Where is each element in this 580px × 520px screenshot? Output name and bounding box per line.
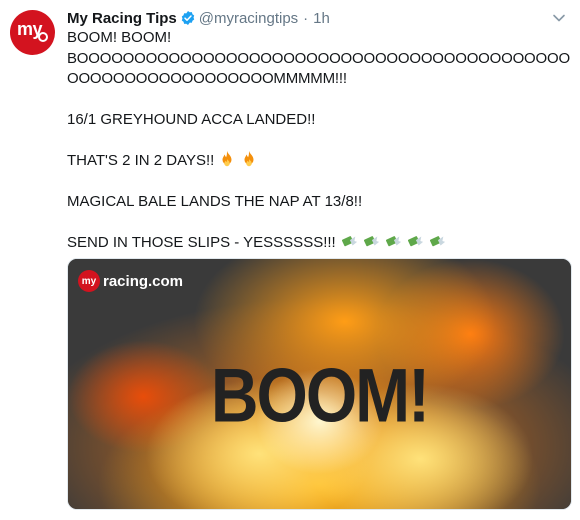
money-with-wings-emoji-icon xyxy=(341,236,357,247)
timestamp[interactable]: 1h xyxy=(313,10,330,27)
logo-badge: my xyxy=(78,270,100,292)
fire-emoji-icon xyxy=(222,150,232,167)
tweet-line-text: THAT'S 2 IN 2 DAYS!! xyxy=(67,152,215,169)
tweet-line-fire: THAT'S 2 IN 2 DAYS!! xyxy=(67,150,572,172)
tweet-line: BOOOOOOOOOOOOOOOOOOOOOOOOOOOOOOOOOOOOOOO… xyxy=(67,49,570,88)
display-name[interactable]: My Racing Tips xyxy=(67,10,177,27)
tweet-line: 16/1 GREYHOUND ACCA LANDED!! xyxy=(67,110,316,128)
money-with-wings-emoji-icon xyxy=(363,236,379,247)
separator: · xyxy=(303,9,309,27)
tweet-line-text: SEND IN THOSE SLIPS - YESSSSSS!!! xyxy=(67,234,336,251)
avatar-dot-icon xyxy=(38,32,48,42)
tweet-header: My Racing Tips @myracingtips · 1h xyxy=(67,8,330,28)
verified-badge-icon xyxy=(181,11,194,25)
fire-emoji-icon xyxy=(244,150,254,167)
tweet[interactable]: my My Racing Tips @myracingtips · 1h BOO… xyxy=(0,0,580,520)
tweet-line: MAGICAL BALE LANDS THE NAP AT 13/8!! xyxy=(67,192,363,210)
avatar[interactable]: my xyxy=(10,10,55,55)
money-with-wings-emoji-icon xyxy=(407,236,423,247)
media-headline: BOOM! xyxy=(210,352,430,438)
money-with-wings-emoji-icon xyxy=(385,236,401,247)
tweet-text: BOOM! BOOM! BOOOOOOOOOOOOOOOOOOOOOOOOOOO… xyxy=(67,28,572,254)
logo-brand: racing.com xyxy=(103,272,184,290)
tweet-line-money: SEND IN THOSE SLIPS - YESSSSSS!!! xyxy=(67,232,572,254)
media-logo: my racing.com xyxy=(78,269,183,293)
media-image[interactable]: my racing.com BOOM! xyxy=(67,258,572,510)
chevron-down-icon[interactable] xyxy=(551,10,567,26)
handle[interactable]: @myracingtips xyxy=(199,10,298,27)
money-with-wings-emoji-icon xyxy=(429,236,445,247)
tweet-line: BOOM! BOOM! xyxy=(67,29,172,46)
